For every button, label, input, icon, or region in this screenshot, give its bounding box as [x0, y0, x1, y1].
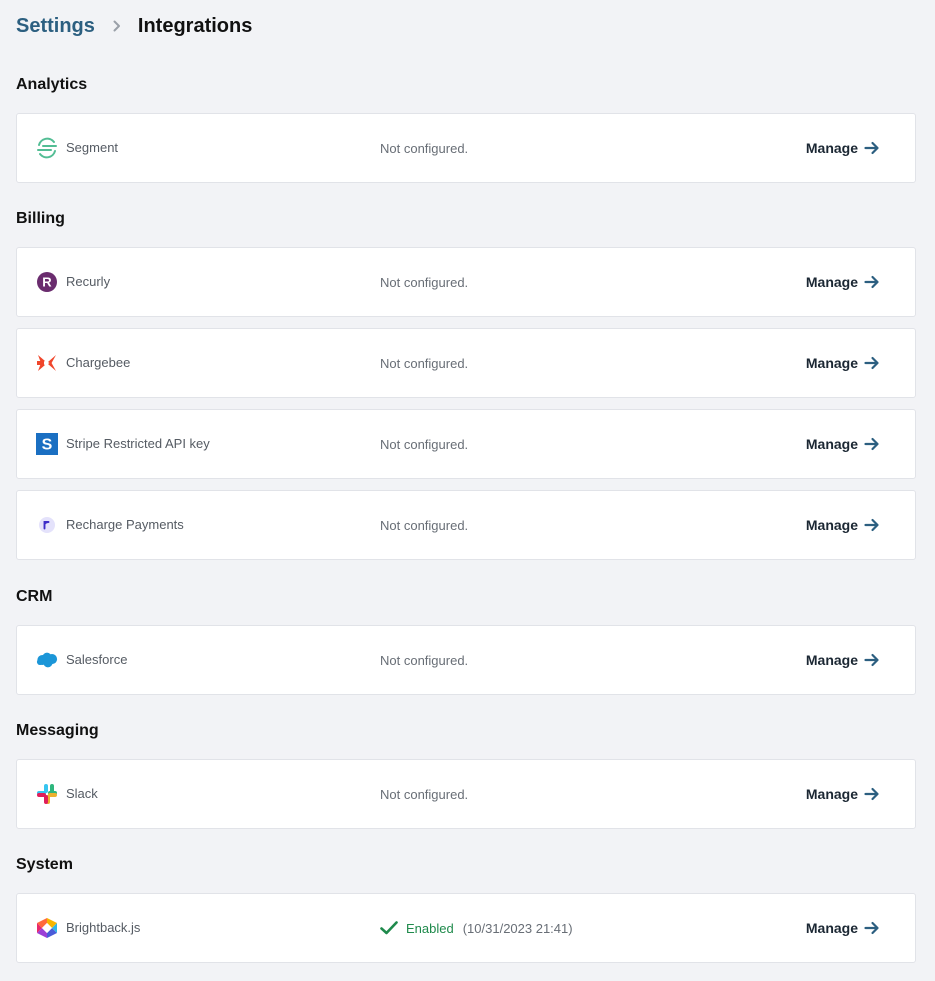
- manage-label: Manage: [805, 436, 858, 452]
- integration-name: Segment: [66, 140, 119, 155]
- segment-logo-icon: [36, 137, 58, 159]
- integration-name: Slack: [66, 786, 98, 801]
- arrow-right-icon: [864, 653, 880, 667]
- check-icon: [380, 921, 398, 935]
- integration-status: Not configured.: [380, 517, 469, 533]
- manage-label: Manage: [805, 140, 858, 156]
- section-title: Analytics: [16, 76, 88, 93]
- status-timestamp: (10/31/2023 21:41): [462, 920, 573, 936]
- manage-button-chargebee[interactable]: Manage: [806, 329, 880, 397]
- integration-card-segment: Segment Not configured. Manage: [16, 113, 916, 183]
- arrow-right-icon: [864, 921, 880, 935]
- section-billing: Billing R Recurly Not configured. Manage: [16, 207, 916, 560]
- breadcrumb: Settings Integrations: [16, 12, 252, 40]
- chevron-right-icon: [113, 20, 121, 32]
- stripe-logo-icon: S: [36, 433, 58, 455]
- integration-status: Not configured.: [380, 652, 469, 668]
- integration-status: Not configured.: [380, 355, 469, 371]
- manage-label: Manage: [805, 517, 858, 533]
- section-messaging: Messaging Slack Not configured. Manage: [16, 719, 916, 829]
- manage-button-slack[interactable]: Manage: [806, 760, 880, 828]
- salesforce-logo-icon: [36, 649, 58, 671]
- arrow-right-icon: [864, 787, 880, 801]
- section-title: CRM: [16, 588, 53, 605]
- integration-card-slack: Slack Not configured. Manage: [16, 759, 916, 829]
- brightback-logo-icon: [36, 917, 58, 939]
- section-title: Messaging: [16, 722, 99, 739]
- integration-name: Stripe Restricted API key: [66, 436, 210, 451]
- manage-button-segment[interactable]: Manage: [806, 114, 880, 182]
- integration-status: Not configured.: [380, 140, 469, 156]
- manage-label: Manage: [805, 274, 858, 290]
- svg-text:S: S: [42, 437, 53, 454]
- arrow-right-icon: [864, 275, 880, 289]
- recharge-logo-icon: [36, 514, 58, 536]
- section-title: Billing: [16, 210, 65, 227]
- manage-label: Manage: [805, 786, 858, 802]
- integration-name: Recharge Payments: [66, 517, 184, 532]
- integration-card-brightback: Brightback.js Enabled (10/31/2023 21:41)…: [16, 893, 916, 963]
- integration-status: Not configured.: [380, 274, 469, 290]
- status-enabled-label: Enabled: [406, 920, 454, 936]
- integration-name: Salesforce: [66, 652, 128, 667]
- page-title: Integrations: [137, 14, 253, 37]
- slack-logo-icon: [36, 783, 58, 805]
- manage-label: Manage: [805, 920, 858, 936]
- manage-label: Manage: [805, 355, 858, 371]
- manage-button-salesforce[interactable]: Manage: [806, 626, 880, 694]
- manage-label: Manage: [805, 652, 858, 668]
- integration-card-stripe: S Stripe Restricted API key Not configur…: [16, 409, 916, 479]
- integration-card-chargebee: Chargebee Not configured. Manage: [16, 328, 916, 398]
- integration-name: Brightback.js: [66, 920, 141, 935]
- svg-text:R: R: [42, 275, 52, 290]
- integration-status: Not configured.: [380, 786, 469, 802]
- section-system: System Brightback.js Enabled (10/31/2023…: [16, 853, 916, 963]
- arrow-right-icon: [864, 518, 880, 532]
- integration-name: Recurly: [66, 274, 111, 289]
- manage-button-brightback[interactable]: Manage: [806, 894, 880, 962]
- integration-card-salesforce: Salesforce Not configured. Manage: [16, 625, 916, 695]
- section-analytics: Analytics Segment Not configured. Manage: [16, 73, 916, 183]
- manage-button-recharge[interactable]: Manage: [806, 491, 880, 559]
- arrow-right-icon: [864, 437, 880, 451]
- arrow-right-icon: [864, 141, 880, 155]
- manage-button-recurly[interactable]: Manage: [806, 248, 880, 316]
- section-crm: CRM Salesforce Not configured. Manage: [16, 585, 916, 695]
- integration-status: Enabled (10/31/2023 21:41): [380, 894, 573, 962]
- arrow-right-icon: [864, 356, 880, 370]
- integration-name: Chargebee: [66, 355, 131, 370]
- integration-status: Not configured.: [380, 436, 469, 452]
- recurly-logo-icon: R: [36, 271, 58, 293]
- integration-card-recurly: R Recurly Not configured. Manage: [16, 247, 916, 317]
- breadcrumb-settings-link[interactable]: Settings: [16, 15, 95, 38]
- manage-button-stripe[interactable]: Manage: [806, 410, 880, 478]
- integration-card-recharge: Recharge Payments Not configured. Manage: [16, 490, 916, 560]
- section-title: System: [16, 856, 73, 873]
- chargebee-logo-icon: [36, 352, 58, 374]
